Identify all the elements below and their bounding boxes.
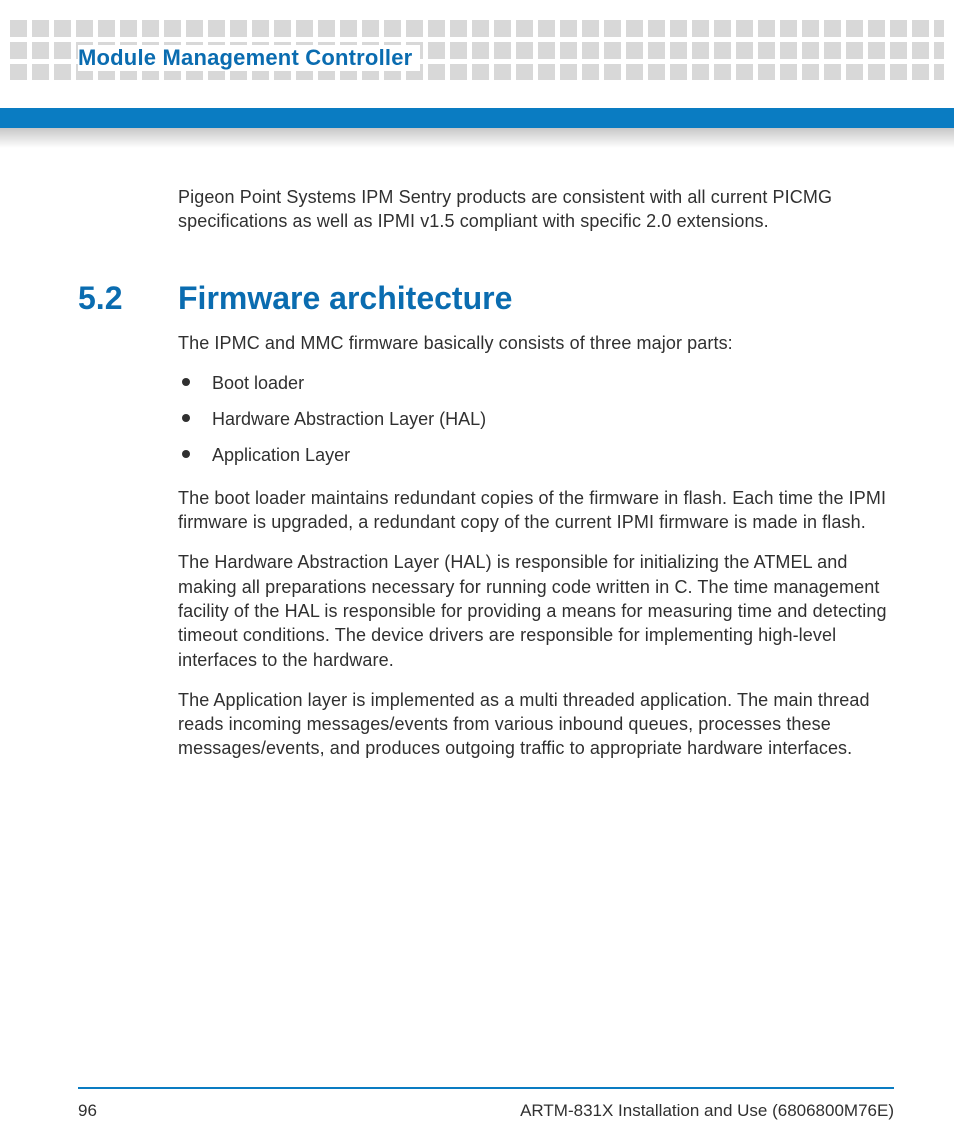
body-paragraph: The Application layer is implemented as … (178, 688, 894, 761)
section-title: Firmware architecture (178, 280, 512, 317)
body-paragraph: The boot loader maintains redundant copi… (178, 486, 894, 535)
intro-paragraph: Pigeon Point Systems IPM Sentry products… (178, 185, 894, 234)
section-lead: The IPMC and MMC firmware basically cons… (178, 331, 894, 355)
section-number: 5.2 (78, 280, 178, 317)
list-item: Boot loader (178, 371, 894, 395)
list-item: Hardware Abstraction Layer (HAL) (178, 407, 894, 431)
doc-reference: ARTM-831X Installation and Use (6806800M… (520, 1101, 894, 1121)
chapter-title: Module Management Controller (78, 45, 420, 71)
page-footer: 96 ARTM-831X Installation and Use (68068… (78, 1101, 894, 1121)
header-divider-bar (0, 108, 954, 128)
body-paragraph: The Hardware Abstraction Layer (HAL) is … (178, 550, 894, 671)
header-divider-shadow (0, 128, 954, 148)
page-content: Pigeon Point Systems IPM Sentry products… (78, 185, 894, 777)
list-item: Application Layer (178, 443, 894, 467)
footer-rule (78, 1087, 894, 1089)
section-heading: 5.2 Firmware architecture (78, 280, 894, 317)
bullet-list: Boot loader Hardware Abstraction Layer (… (178, 371, 894, 468)
section-body: The IPMC and MMC firmware basically cons… (178, 331, 894, 761)
page-number: 96 (78, 1101, 97, 1121)
